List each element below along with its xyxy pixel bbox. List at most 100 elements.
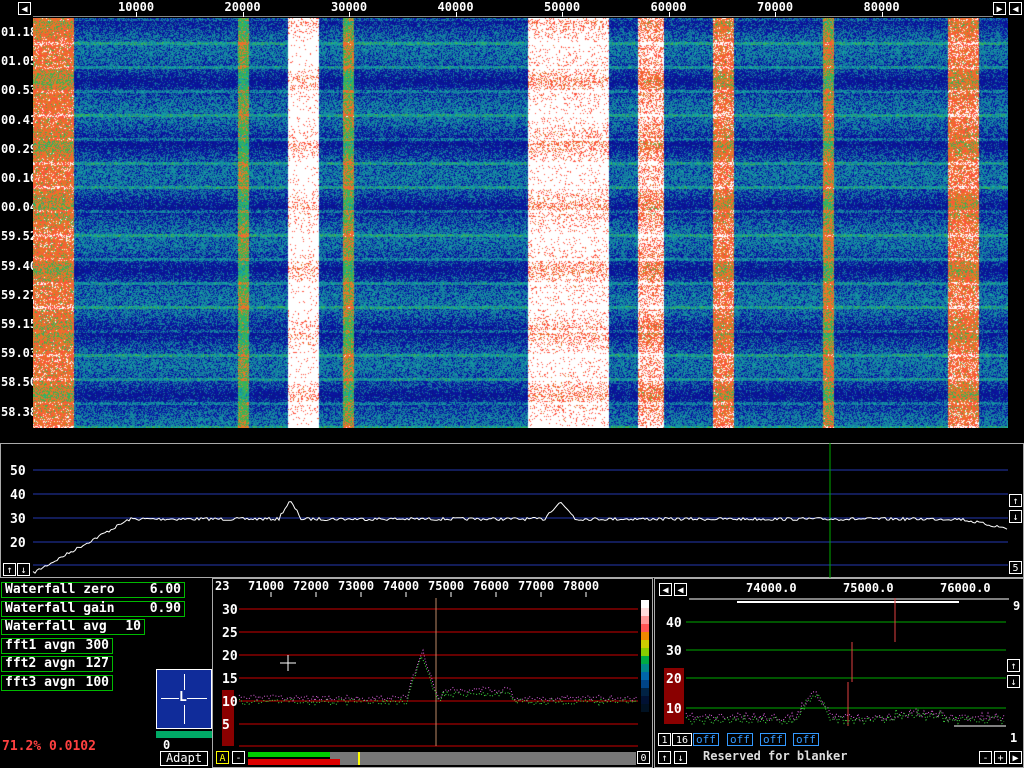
- hires-16-button[interactable]: 16: [672, 733, 692, 746]
- baseband-palette: [641, 600, 649, 608]
- waterfall-time-label: 59.52: [1, 229, 38, 244]
- baseband-plot[interactable]: 30 25 20 15 10 5 71000 72000 73000 74000 75000 7600…: [212, 578, 653, 768]
- waterfall-freq-tick: [775, 12, 776, 17]
- waterfall-scroll-right-button[interactable]: ▶: [993, 2, 1006, 15]
- hires-1-button[interactable]: 1: [658, 733, 671, 746]
- param-value: 10: [125, 619, 141, 634]
- hires-freq-label: 74000.0: [746, 581, 797, 595]
- spectrum-scroll-left-button[interactable]: ↑: [3, 563, 16, 576]
- baseband-palette: [641, 648, 649, 656]
- waterfall-freq-tick: [668, 12, 670, 17]
- adapt-button[interactable]: Adapt: [160, 751, 208, 766]
- baseband-freq-label: 73000: [338, 579, 374, 593]
- baseband-panel[interactable]: 30 25 20 15 10 5 71000 72000 73000 74000 75000 7600…: [212, 578, 653, 768]
- baseband-freq-label: 74000: [383, 579, 419, 593]
- param-3[interactable]: fft1 avgn 300: [1, 637, 113, 654]
- spectrum-plot[interactable]: 50 40 30 20: [0, 443, 1024, 578]
- off-button-2[interactable]: off: [727, 733, 753, 746]
- hires-y-label: 40: [666, 616, 682, 631]
- meter-letter: L: [179, 690, 187, 705]
- baseband-y-label: 15: [222, 672, 238, 687]
- waterfall-freq-tick: [455, 12, 457, 17]
- hires-left-button[interactable]: ◀: [659, 583, 672, 596]
- baseband-palette: [641, 632, 649, 640]
- baseband-yellow-marker: [358, 752, 360, 765]
- hires-scroll-up-button[interactable]: ↑: [658, 751, 671, 764]
- hires-bottom-right: 1: [1010, 731, 1018, 745]
- baseband-y-label: 20: [222, 649, 238, 664]
- waterfall-expand-button[interactable]: ◀: [1009, 2, 1022, 15]
- spectrum-down-button[interactable]: ↓: [1009, 510, 1022, 523]
- param-0[interactable]: Waterfall zero 6.00: [1, 582, 185, 598]
- baseband-trace: [238, 648, 638, 703]
- waterfall-time-label: 58.50: [1, 375, 38, 390]
- param-label: Waterfall gain: [5, 600, 115, 616]
- baseband-palette: [641, 672, 649, 680]
- baseband-y-label: 5: [222, 718, 230, 733]
- baseband-freq-label: 76000: [473, 579, 509, 593]
- param-5[interactable]: fft3 avgn 100: [1, 674, 113, 691]
- baseband-freq-label: 77000: [518, 579, 554, 593]
- baseband-top-left: 23: [215, 579, 230, 593]
- baseband-a-button[interactable]: A: [216, 751, 229, 764]
- level-meter[interactable]: L: [156, 669, 212, 729]
- off-button-3[interactable]: off: [760, 733, 786, 746]
- baseband-palette: [641, 616, 649, 624]
- baseband-palette: [641, 656, 649, 664]
- hires-plus-button[interactable]: +: [994, 751, 1007, 764]
- hires-freq-label: 76000.0: [940, 581, 991, 595]
- waterfall-freq-tick: [881, 12, 883, 17]
- waterfall-canvas[interactable]: [33, 18, 1008, 428]
- arrow-left-icon: ◀: [21, 4, 28, 15]
- baseband-minus-button[interactable]: -: [232, 751, 245, 764]
- arrow-down-icon: ↓: [20, 565, 27, 576]
- waterfall-scroll-left-button[interactable]: ◀: [18, 2, 31, 15]
- hires-y-label: 20: [666, 672, 682, 687]
- baseband-red-bar: [248, 759, 340, 765]
- param-1[interactable]: Waterfall gain 0.90: [1, 600, 185, 617]
- spectrum-up-button[interactable]: ↑: [1009, 494, 1022, 507]
- param-label: fft1 avgn: [5, 637, 76, 653]
- status-readout: 71.2% 0.0102: [2, 739, 96, 754]
- param-label: fft3 avgn: [5, 674, 76, 690]
- baseband-palette: [641, 624, 649, 632]
- off-button-4[interactable]: off: [793, 733, 819, 746]
- arrow-down-icon: ↓: [1012, 512, 1019, 523]
- arrow-left-icon: ◀: [662, 585, 669, 596]
- param-label: fft2 avgn: [5, 656, 76, 671]
- baseband-freq-label: 78000: [563, 579, 599, 593]
- hires-down-button[interactable]: ↓: [1007, 675, 1020, 688]
- spectrum-scroll-down-button[interactable]: ↓: [17, 563, 30, 576]
- param-2[interactable]: Waterfall avg 10: [1, 619, 145, 635]
- baseband-bottom-right[interactable]: 0: [637, 751, 650, 764]
- arrow-up-icon: ↑: [6, 565, 13, 576]
- off-button-1[interactable]: off: [693, 733, 719, 746]
- spectrum-y-label: 50: [10, 464, 26, 479]
- arrow-left-icon: ◀: [1012, 4, 1019, 15]
- param-4[interactable]: fft2 avgn 127: [1, 656, 113, 672]
- baseband-y-label: 30: [222, 603, 238, 618]
- hires-freq-label: 75000.0: [843, 581, 894, 595]
- baseband-freq-label: 75000: [428, 579, 464, 593]
- param-value: 300: [85, 637, 109, 653]
- spectrum-panel[interactable]: 50 40 30 20 ↑ ↓ ↑ ↓ 5: [0, 443, 1024, 578]
- waterfall-time-label: 00.53: [1, 83, 38, 98]
- waterfall-time-label: 59.15: [1, 317, 38, 331]
- hires-top-right: 9: [1013, 599, 1021, 613]
- hires-scroll-down-button[interactable]: ↓: [674, 751, 687, 764]
- baseband-freq-label: 71000: [248, 579, 284, 593]
- hires-trace: [685, 693, 1005, 726]
- hires-right-button[interactable]: ◀: [674, 583, 687, 596]
- arrow-up-icon: ↑: [661, 753, 668, 764]
- waterfall-time-label: 00.41: [1, 112, 38, 127]
- hires-up-button[interactable]: ↑: [1007, 659, 1020, 672]
- waterfall-panel[interactable]: ◀ ▶ ◀ 10000 20000 30000 40000 50000 60000 7000…: [0, 0, 1024, 440]
- hires-right2-button[interactable]: ▶: [1009, 751, 1022, 764]
- param-value: 0.90: [149, 600, 181, 616]
- waterfall-freq-tick: [136, 12, 137, 17]
- hires-minus-button[interactable]: -: [979, 751, 992, 764]
- spectrum-corner-value[interactable]: 5: [1009, 561, 1022, 574]
- param-value: 100: [85, 674, 109, 690]
- param-label: Waterfall avg: [5, 619, 107, 634]
- baseband-palette: [641, 640, 649, 648]
